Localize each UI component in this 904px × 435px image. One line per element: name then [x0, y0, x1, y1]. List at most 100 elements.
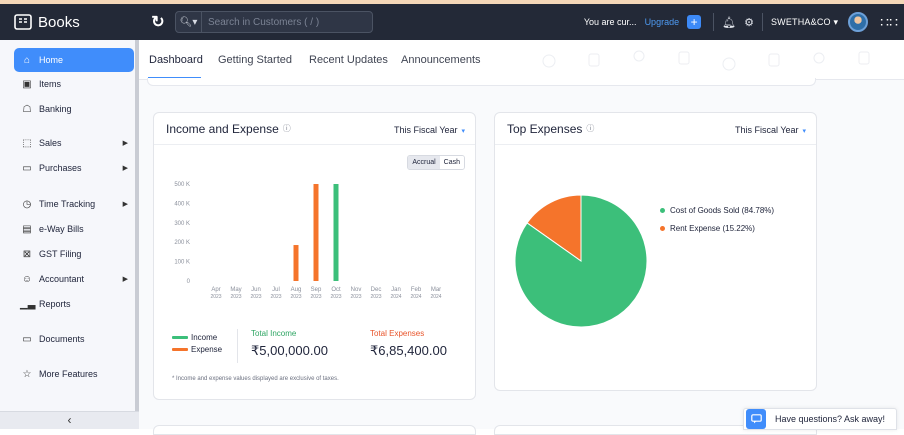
sidebar-item-eway-bills[interactable]: ▤ e-Way Bills [14, 217, 134, 241]
x-tick-label: Jul [272, 287, 280, 293]
apps-grid-icon[interactable]: ∷∷ [880, 14, 898, 31]
quick-create-icon[interactable]: + [687, 15, 702, 29]
legend-label: Rent Expense (15.22%) [670, 223, 755, 233]
sidebar-item-home[interactable]: ⌂ Home [14, 48, 134, 72]
divider [237, 329, 238, 363]
legend-expense: Expense [172, 343, 222, 355]
bank-icon: ☖ [22, 103, 32, 115]
dashboard-tabs: Dashboard Getting Started Recent Updates… [139, 40, 904, 80]
x-tick-label: May [230, 287, 241, 293]
trial-text: You are cur... [583, 17, 637, 27]
x-tick-label: 2023 [250, 294, 261, 300]
sidebar-item-label: Banking [39, 104, 72, 114]
bar-income [333, 184, 339, 281]
brand[interactable]: Books [0, 4, 139, 40]
sidebar-item-label: More Features [39, 369, 98, 379]
accountant-icon: ☺ [21, 273, 33, 285]
legend-label: Expense [191, 344, 223, 354]
top-bar-right: You are cur... Upgrade + 🔔︎ ⚙ SWETHA&CO … [584, 4, 904, 40]
home-icon: ⌂ [23, 54, 31, 66]
sidebar-item-label: Sales [39, 138, 62, 148]
x-tick-label: 2023 [290, 294, 301, 300]
sidebar-item-purchases[interactable]: ▭ Purchases ▶ [14, 156, 134, 180]
sidebar-item-label: Home [39, 55, 64, 65]
x-tick-label: 2024 [410, 294, 421, 300]
x-tick-label: Oct [331, 287, 341, 293]
total-expenses-value: ₹6,85,400.00 [370, 343, 447, 358]
next-card-top [153, 425, 476, 435]
sidebar-item-label: Items [39, 79, 62, 89]
period-label: This Fiscal Year [735, 125, 799, 135]
x-tick-label: Jun [251, 287, 261, 293]
legend-label: Income [191, 332, 218, 342]
folder-icon: ▭ [22, 333, 32, 345]
caret-right-icon: ▶ [122, 201, 128, 208]
income-swatch [172, 335, 188, 339]
sidebar-item-label: GST Filing [39, 249, 82, 259]
upgrade-link[interactable]: Upgrade [645, 17, 680, 27]
sidebar-item-label: Reports [39, 299, 71, 309]
top-bar: Books ↻ 🔍︎▾ Search in Customers ( / ) Yo… [0, 4, 904, 40]
tab-getting-started[interactable]: Getting Started [218, 54, 292, 66]
x-tick-label: Sep [311, 287, 322, 293]
total-income-value: ₹5,00,000.00 [251, 343, 328, 358]
x-tick-label: 2023 [330, 294, 341, 300]
decorative-pattern [542, 50, 870, 71]
tab-recent-updates[interactable]: Recent Updates [309, 54, 388, 66]
total-income-label: Total Income [251, 329, 297, 338]
sidebar-item-items[interactable]: ▣ Items [14, 72, 134, 96]
avatar[interactable] [848, 12, 869, 32]
sidebar-item-label: e-Way Bills [39, 224, 84, 234]
legend-dot [660, 207, 665, 213]
sidebar-item-gst-filing[interactable]: ⊠ GST Filing [14, 242, 134, 266]
search-icon[interactable]: 🔍︎▾ [176, 12, 202, 32]
x-tick-label: 2024 [390, 294, 401, 300]
org-switcher[interactable]: SWETHA&CO ▾ [771, 17, 838, 28]
items-icon: ▣ [22, 78, 32, 90]
help-chat-widget[interactable]: Have questions? Ask away! [743, 408, 897, 430]
y-tick-label: 100 K [174, 260, 190, 266]
cart-icon: ⬚ [22, 137, 32, 149]
top-expenses-pie [514, 194, 648, 328]
y-tick-label: 500 K [174, 182, 190, 188]
x-tick-label: 2023 [210, 294, 221, 300]
bag-icon: ▭ [22, 162, 32, 174]
x-tick-label: 2024 [430, 294, 441, 300]
tab-announcements[interactable]: Announcements [401, 54, 481, 66]
sidebar: ⌂ Home ▣ Items ☖ Banking ⬚ Sales ▶ ▭ Pur… [0, 40, 139, 429]
sidebar-item-documents[interactable]: ▭ Documents [14, 327, 134, 351]
sidebar-item-accountant[interactable]: ☺ Accountant ▶ [14, 267, 134, 291]
sidebar-item-banking[interactable]: ☖ Banking [14, 97, 134, 121]
x-tick-label: 2023 [270, 294, 281, 300]
x-tick-label: 2023 [350, 294, 361, 300]
total-income: Total Income ₹5,00,000.00 [251, 329, 328, 359]
x-tick-label: 2023 [310, 294, 321, 300]
sidebar-item-time-tracking[interactable]: ◷ Time Tracking ▶ [14, 192, 134, 216]
recent-activity-icon[interactable]: ↻ [147, 11, 169, 33]
dashboard-main: Income and Expense ⓘ This Fiscal Year ▾ … [139, 78, 904, 435]
chat-icon [746, 409, 766, 429]
sidebar-item-reports[interactable]: ▁▃ Reports [14, 292, 134, 316]
x-tick-label: Dec [371, 287, 382, 293]
total-expenses: Total Expenses ₹6,85,400.00 [370, 329, 447, 359]
chevron-left-icon[interactable]: ‹ [0, 411, 139, 429]
x-tick-label: 2023 [230, 294, 241, 300]
y-tick-label: 0 [187, 279, 191, 285]
expense-swatch [172, 347, 188, 351]
sidebar-item-more-features[interactable]: ☆ More Features [14, 362, 134, 386]
search-input[interactable]: 🔍︎▾ Search in Customers ( / ) [175, 11, 373, 33]
y-tick-label: 200 K [174, 240, 190, 246]
tab-dashboard[interactable]: Dashboard [149, 54, 203, 66]
star-icon: ☆ [22, 368, 32, 380]
income-expense-card: Income and Expense ⓘ This Fiscal Year ▾ … [153, 112, 476, 400]
gear-icon[interactable]: ⚙ [744, 16, 754, 29]
sidebar-item-label: Time Tracking [39, 199, 96, 209]
sidebar-item-label: Purchases [39, 163, 82, 173]
sidebar-item-sales[interactable]: ⬚ Sales ▶ [14, 131, 134, 155]
bell-icon[interactable]: 🔔︎ [722, 16, 736, 29]
income-expense-chart: 0100 K200 K300 K400 K500 KApr2023May2023… [174, 182, 441, 300]
legend-cogs: Cost of Goods Sold (84.78%) [660, 201, 774, 219]
period-dropdown[interactable]: This Fiscal Year ▾ [735, 125, 806, 135]
reports-icon: ▁▃ [20, 298, 36, 310]
chevron-down-icon: ▾ [800, 128, 806, 135]
